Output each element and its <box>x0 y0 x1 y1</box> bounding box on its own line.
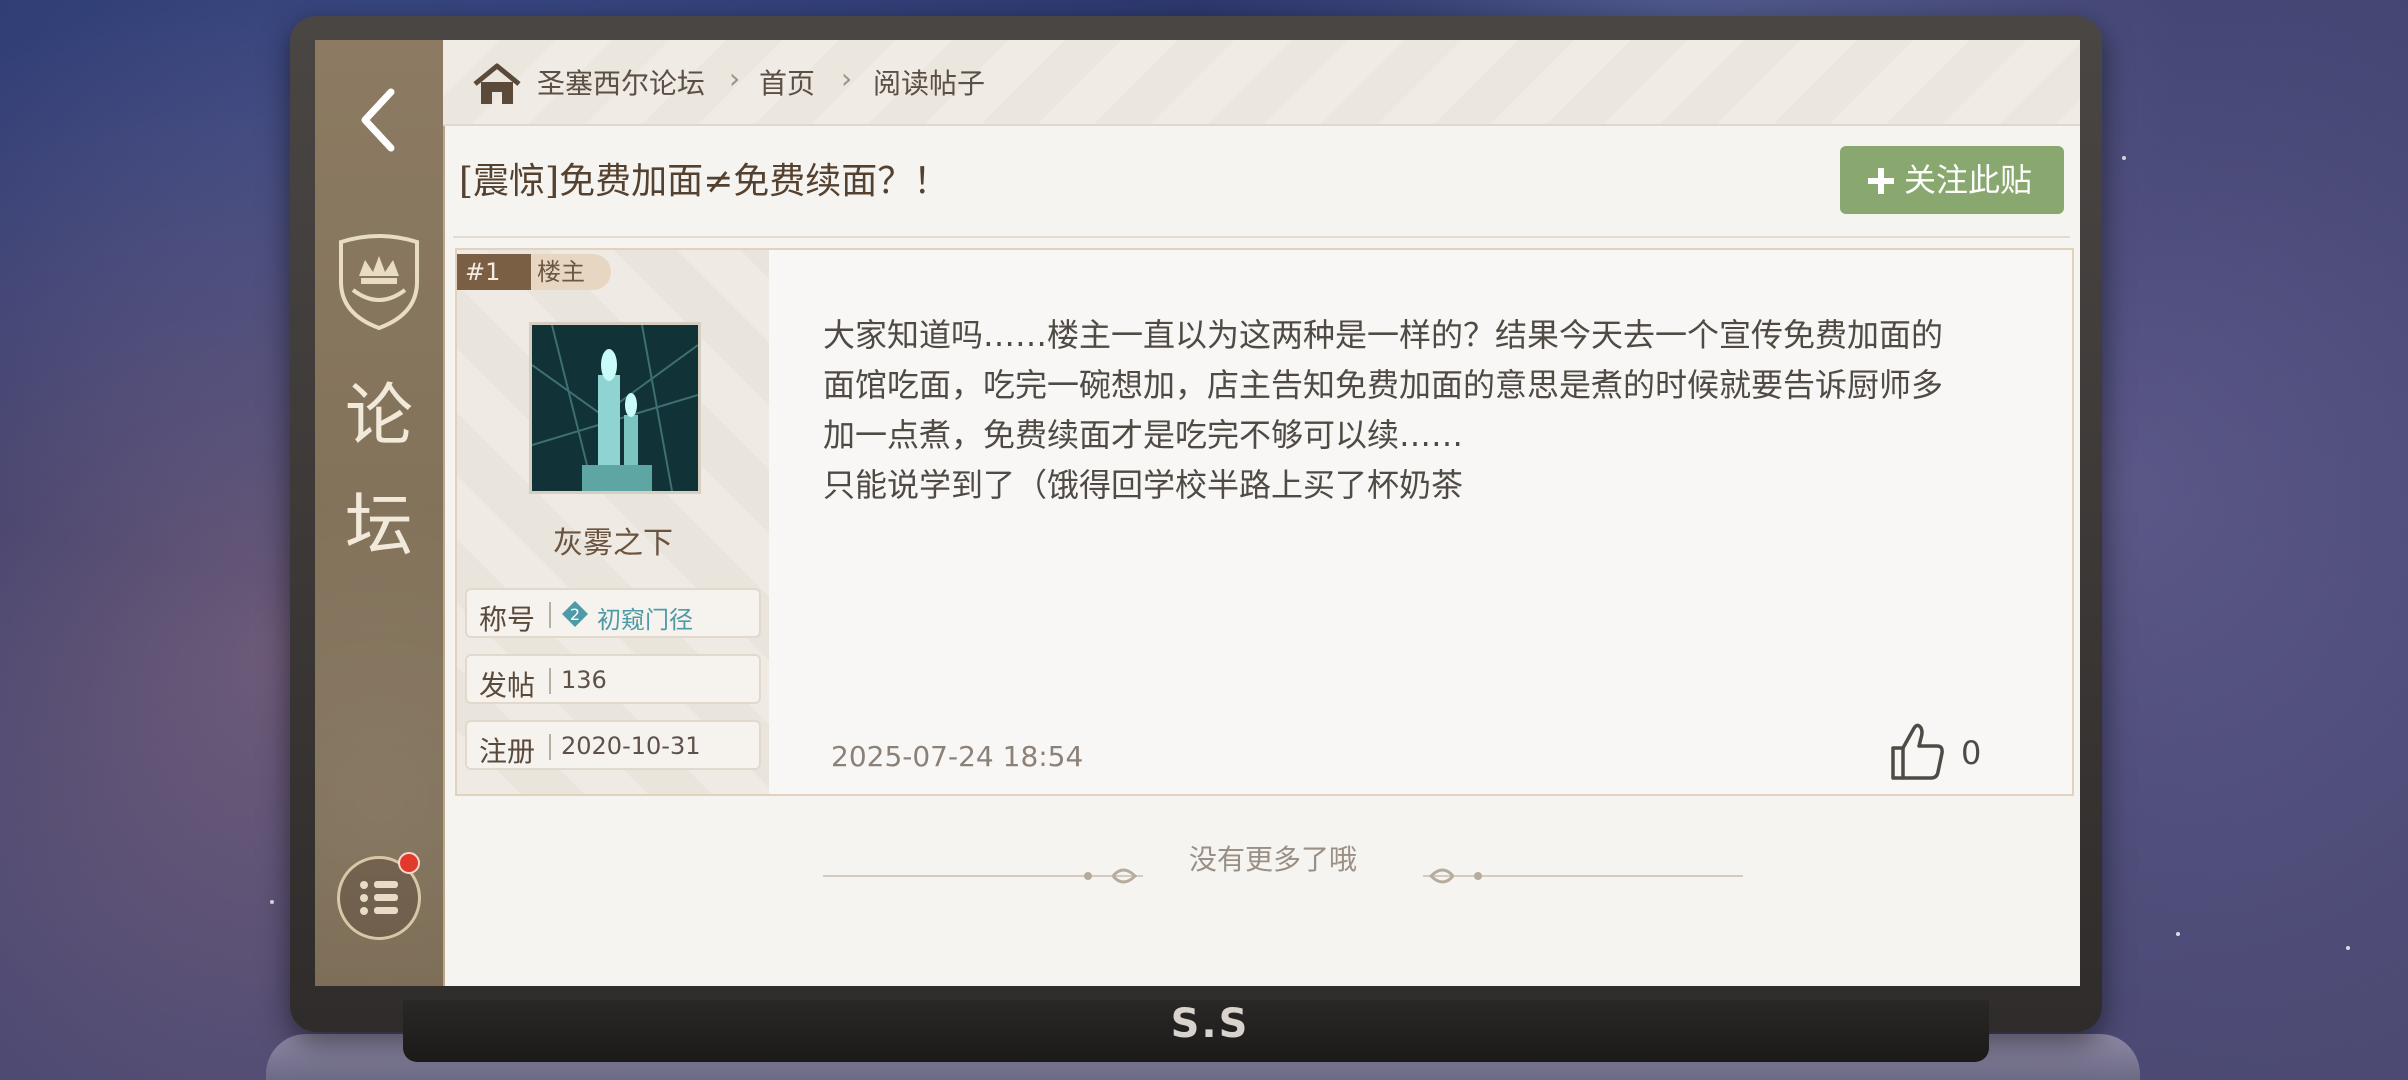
sidebar-title-char: 坛 <box>344 487 413 566</box>
user-panel: #1 楼主 灰雾之下 称号 2 初窥门径 发帖 136 注册 2020-10-3… <box>457 250 769 794</box>
info-separator <box>549 602 551 628</box>
breadcrumb-current: 阅读帖子 <box>873 67 986 100</box>
breadcrumb-home[interactable]: 首页 <box>759 62 815 102</box>
info-separator <box>549 668 551 694</box>
floor-number: #1 <box>457 254 531 290</box>
info-label: 发帖 <box>479 669 536 702</box>
thumbs-up-icon <box>1891 723 1944 780</box>
avatar[interactable] <box>529 322 701 494</box>
post-title: [震惊]免费加面≠免费续面？！ <box>459 161 950 202</box>
info-value: 136 <box>561 666 607 694</box>
divider <box>453 236 2070 238</box>
post-body-line: 大家知道吗……楼主一直以为这两种是一样的？结果今天去一个宣传免费加面的 <box>823 316 1944 354</box>
info-row-title: 称号 2 初窥门径 <box>465 588 761 638</box>
breadcrumb-forum[interactable]: 圣塞西尔论坛 <box>537 62 705 102</box>
breadcrumb: 圣塞西尔论坛 › 首页 › 阅读帖子 <box>443 40 2080 126</box>
rank-badge-icon: 2 <box>562 601 588 627</box>
post-body-line: 只能说学到了（饿得回学校半路上买了杯奶茶 <box>823 466 1464 504</box>
info-row-register: 注册 2020-10-31 <box>465 720 761 770</box>
svg-text:2: 2 <box>570 605 580 624</box>
info-label: 注册 <box>479 735 536 768</box>
floor-tag: 楼主 <box>531 254 611 290</box>
no-more-text: 没有更多了哦 <box>1188 843 1357 876</box>
post-body-line: 加一点煮，免费续面才是吃完不够可以续…… <box>823 416 1464 454</box>
notification-dot <box>398 852 420 874</box>
chevron-left-icon <box>361 88 395 152</box>
breadcrumb-separator: › <box>841 62 853 95</box>
back-button[interactable] <box>349 80 409 160</box>
sidebar-title-char: 论 <box>344 377 413 456</box>
floor-badge: #1 楼主 <box>457 254 611 290</box>
sidebar: 论 坛 <box>315 40 445 986</box>
forum-screen: 论 坛 圣塞西尔论坛 › 首页 › 阅读帖子 [震惊]免费加面≠免费续面？！ 关… <box>315 40 2080 986</box>
star-decoration <box>2176 932 2180 936</box>
crest-icon <box>333 230 425 331</box>
info-label: 称号 <box>479 603 536 636</box>
home-icon[interactable] <box>471 62 523 106</box>
plus-icon <box>1868 168 1894 194</box>
post-body-line: 面馆吃面，吃完一碗想加，店主告知免费加面的意思是煮的时候就要告诉厨师多 <box>823 366 1944 404</box>
star-decoration <box>2346 946 2350 950</box>
info-row-posts: 发帖 136 <box>465 654 761 704</box>
like-button[interactable] <box>1887 720 1947 782</box>
breadcrumb-separator: › <box>729 62 741 95</box>
star-decoration <box>2122 156 2126 160</box>
info-value: 2020-10-31 <box>561 732 701 760</box>
info-value: 初窥门径 <box>597 606 693 634</box>
post-timestamp: 2025-07-24 18:54 <box>831 740 1084 773</box>
info-separator <box>549 734 551 760</box>
star-decoration <box>270 900 274 904</box>
username[interactable]: 灰雾之下 <box>457 518 769 562</box>
follow-post-label: 关注此贴 <box>1904 161 2033 199</box>
post-body: 大家知道吗……楼主一直以为这两种是一样的？结果今天去一个宣传免费加面的 面馆吃面… <box>823 310 2043 510</box>
like-count: 0 <box>1961 734 1982 772</box>
post-card: #1 楼主 灰雾之下 称号 2 初窥门径 发帖 136 注册 2020-10-3… <box>455 248 2074 796</box>
follow-post-button[interactable]: 关注此贴 <box>1840 146 2064 214</box>
main-content: 圣塞西尔论坛 › 首页 › 阅读帖子 [震惊]免费加面≠免费续面？！ 关注此贴 … <box>443 40 2080 986</box>
laptop-logo: S.S <box>1170 1001 1250 1047</box>
